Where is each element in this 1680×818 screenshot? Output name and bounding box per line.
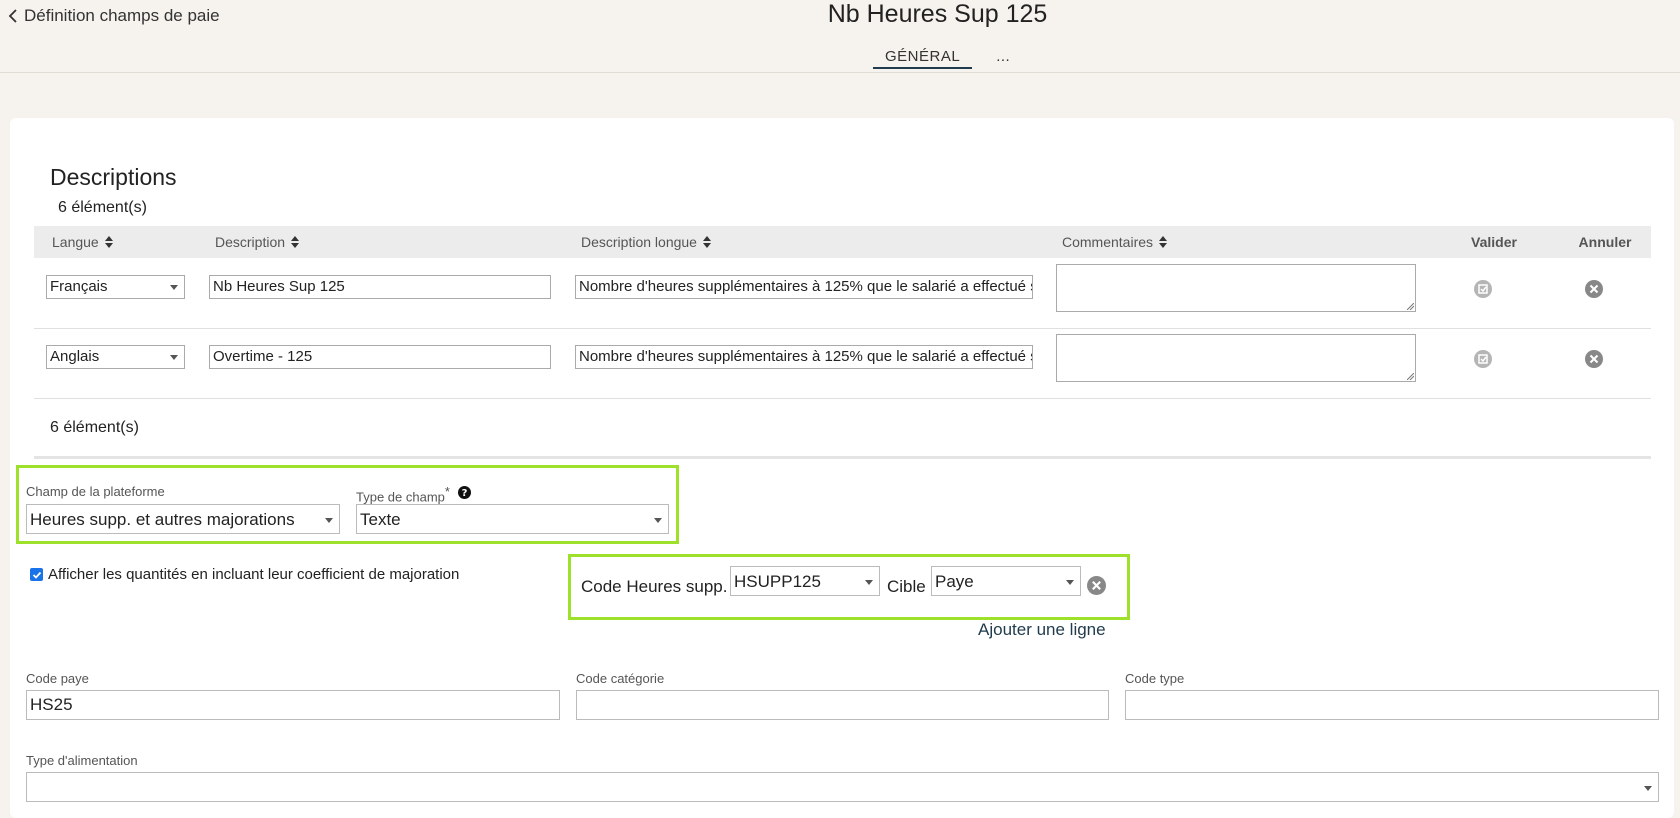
sort-icon (1159, 236, 1168, 248)
coefficient-checkbox[interactable] (30, 568, 43, 581)
required-marker: * (444, 484, 450, 499)
cancel-icon[interactable] (1585, 350, 1603, 368)
validate-icon[interactable] (1474, 350, 1492, 368)
description-input[interactable]: Overtime - 125 (209, 345, 551, 369)
cible-label: Cible (887, 577, 926, 596)
cancel-icon[interactable] (1585, 280, 1603, 298)
chevron-down-icon (170, 285, 178, 290)
page-title: Nb Heures Sup 125 (827, 0, 1048, 28)
divider (34, 456, 1651, 459)
tab-more[interactable]: ... (992, 48, 1014, 69)
resize-grip-icon (1407, 373, 1414, 380)
type-champ-select[interactable]: Texte (356, 504, 669, 534)
tab-general[interactable]: GÉNÉRAL (873, 48, 973, 69)
chevron-down-icon (325, 518, 333, 523)
descriptions-title: Descriptions (50, 164, 177, 190)
chevron-down-icon (1644, 786, 1652, 791)
code-categorie-label: Code catégorie (576, 671, 665, 686)
commentaires-textarea[interactable] (1056, 264, 1416, 312)
add-line-link[interactable]: Ajouter une ligne (978, 620, 1106, 640)
code-type-label: Code type (1125, 671, 1185, 686)
coefficient-checkbox-row: Afficher les quantités en incluant leur … (30, 566, 459, 583)
chevron-down-icon (1066, 580, 1074, 585)
tab-bar: GÉNÉRAL ... (873, 48, 1014, 69)
column-header-commentaires[interactable]: Commentaires (1062, 226, 1168, 258)
validate-icon[interactable] (1474, 280, 1492, 298)
table-row: Anglais Overtime - 125 Nombre d'heures s… (34, 328, 1651, 399)
top-bar: Définition champs de paie Nb Heures Sup … (0, 0, 1680, 73)
sort-icon (702, 236, 711, 248)
column-header-description[interactable]: Description (215, 226, 300, 258)
column-header-valider: Valider (1471, 234, 1517, 250)
column-header-description-longue[interactable]: Description longue (581, 226, 711, 258)
commentaires-textarea[interactable] (1056, 334, 1416, 382)
type-alimentation-select[interactable] (26, 772, 1659, 802)
cible-select[interactable]: Paye (931, 566, 1081, 596)
description-longue-input[interactable]: Nombre d'heures supplémentaires à 125% q… (575, 275, 1033, 299)
description-longue-input[interactable]: Nombre d'heures supplémentaires à 125% q… (575, 345, 1033, 369)
coefficient-checkbox-label: Afficher les quantités en incluant leur … (48, 566, 460, 583)
chevron-down-icon (865, 580, 873, 585)
type-alimentation-label: Type d'alimentation (26, 753, 138, 768)
code-categorie-input[interactable] (576, 690, 1109, 720)
sort-icon (104, 236, 113, 248)
code-paye-label: Code paye (26, 671, 89, 686)
items-count-top: 6 élément(s) (58, 199, 147, 216)
items-count-bottom: 6 élément(s) (50, 419, 139, 436)
champ-plateforme-label: Champ de la plateforme (26, 484, 165, 499)
code-heures-supp-select[interactable]: HSUPP125 (730, 566, 880, 596)
champ-plateforme-select[interactable]: Heures supp. et autres majorations (26, 504, 340, 534)
chevron-down-icon (654, 518, 662, 523)
table-header: Langue Description Description longue Co… (34, 226, 1651, 258)
table-row: Français Nb Heures Sup 125 Nombre d'heur… (34, 258, 1651, 329)
langue-select[interactable]: Anglais (46, 345, 185, 369)
remove-line-icon[interactable] (1087, 576, 1106, 595)
column-header-langue[interactable]: Langue (52, 226, 113, 258)
code-heures-supp-label: Code Heures supp. (581, 577, 728, 596)
column-header-annuler: Annuler (1578, 234, 1632, 250)
langue-select[interactable]: Français (46, 275, 185, 299)
help-icon[interactable]: ? (458, 486, 471, 499)
code-type-input[interactable] (1125, 690, 1659, 720)
description-input[interactable]: Nb Heures Sup 125 (209, 275, 551, 299)
sort-icon (291, 236, 300, 248)
resize-grip-icon (1407, 303, 1414, 310)
svg-text:?: ? (462, 488, 468, 499)
code-paye-input[interactable]: HS25 (26, 690, 560, 720)
type-champ-label: Type de champ* (356, 484, 450, 505)
check-icon (32, 571, 41, 579)
chevron-down-icon (170, 355, 178, 360)
